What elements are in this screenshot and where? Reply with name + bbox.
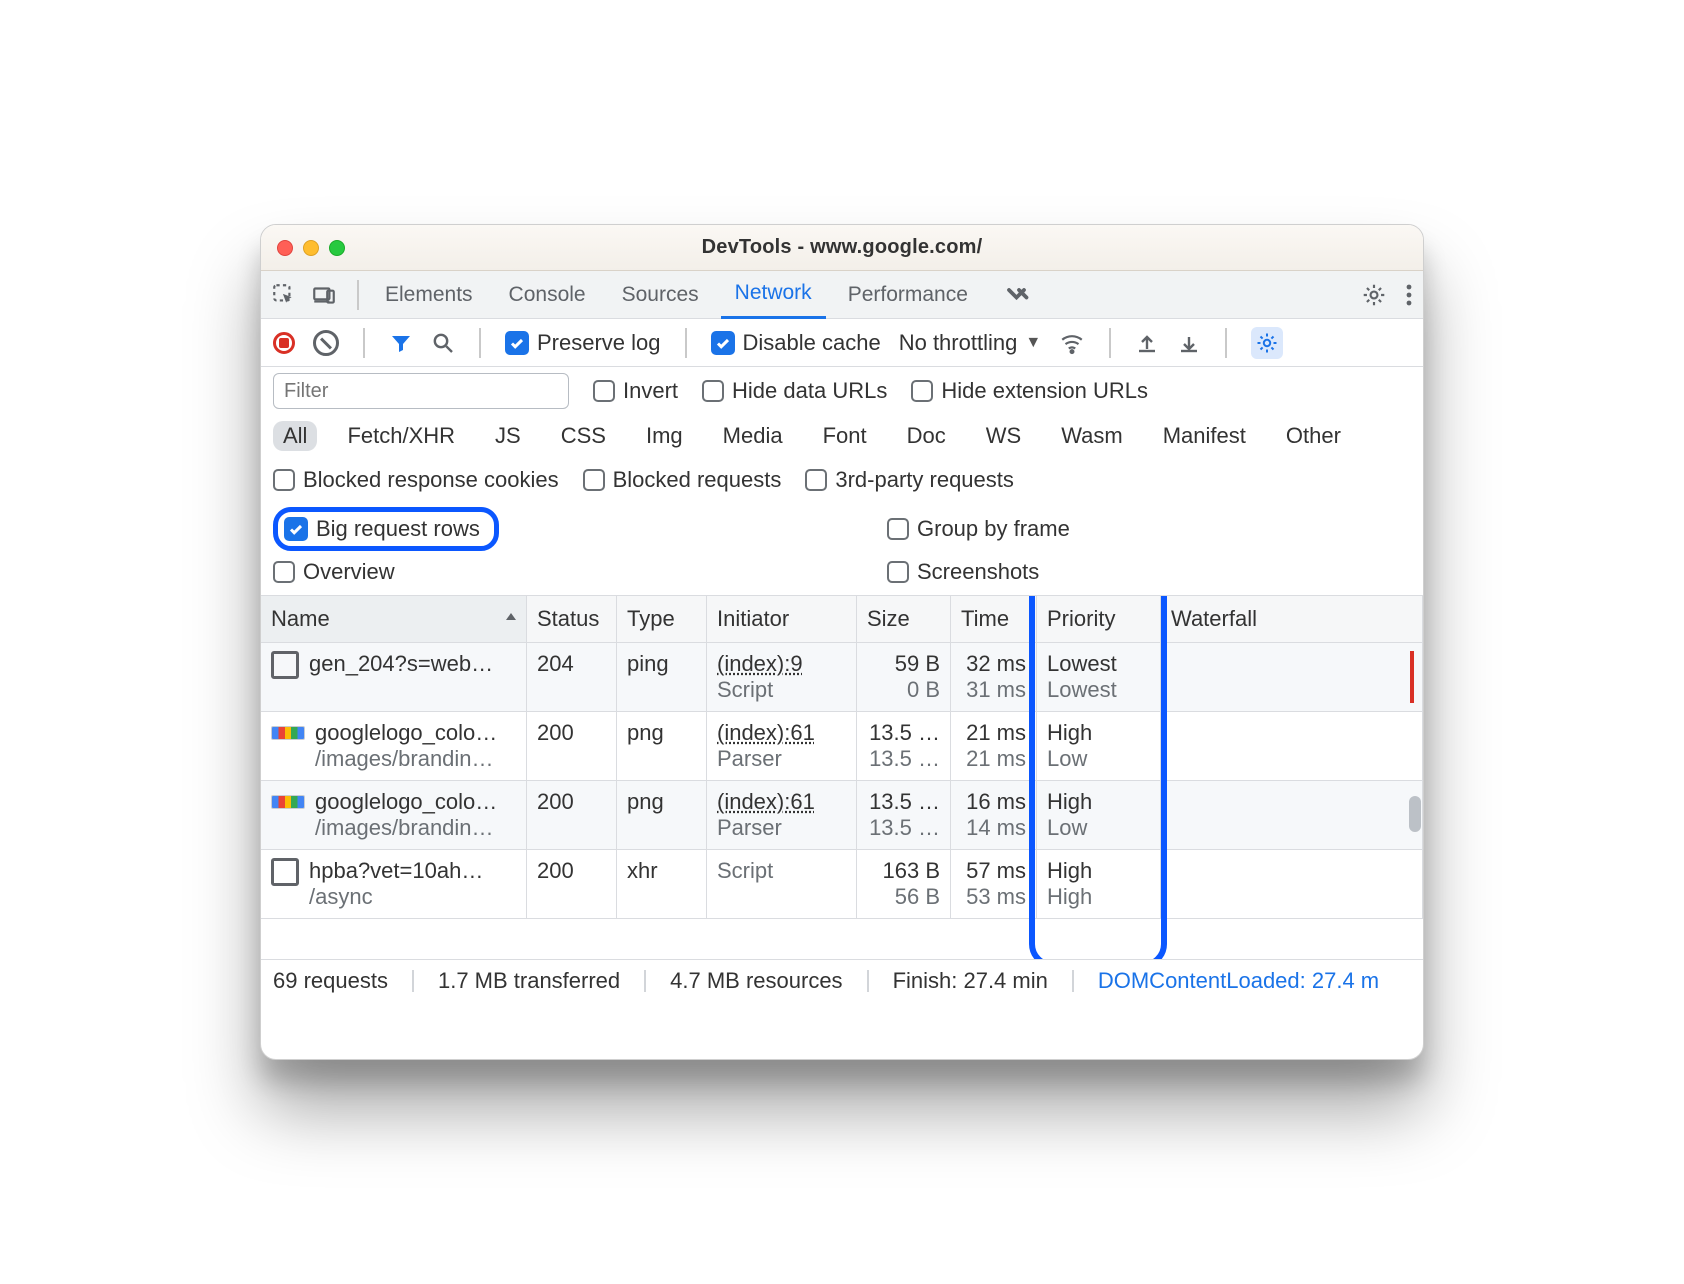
hide-ext-urls-checkbox[interactable]: Hide extension URLs (911, 378, 1148, 404)
big-request-rows-highlight: Big request rows (273, 507, 499, 551)
throttling-select[interactable]: No throttling ▼ (899, 330, 1041, 356)
close-icon[interactable] (277, 240, 293, 256)
chip-fetch-xhr[interactable]: Fetch/XHR (337, 421, 465, 451)
tab-console[interactable]: Console (495, 271, 600, 319)
filter-input[interactable] (273, 373, 569, 409)
col-name[interactable]: Name (261, 596, 527, 643)
status-requests: 69 requests (273, 968, 388, 994)
chip-doc[interactable]: Doc (897, 421, 956, 451)
resource-type-filters: All Fetch/XHR JS CSS Img Media Font Doc … (261, 415, 1423, 459)
inspect-element-icon[interactable] (271, 282, 297, 308)
titlebar: DevTools - www.google.com/ (261, 225, 1423, 271)
invert-label: Invert (623, 378, 678, 404)
table-row[interactable]: hpba?vet=10ah…/async 200 xhr Script 163 … (261, 850, 1423, 919)
col-size[interactable]: Size (857, 596, 951, 643)
table-header-row: Name Status Type Initiator Size Time Pri… (261, 596, 1423, 643)
col-type[interactable]: Type (617, 596, 707, 643)
status-finish: Finish: 27.4 min (893, 968, 1048, 994)
separator (479, 328, 481, 358)
record-button[interactable] (273, 332, 295, 354)
download-har-icon[interactable] (1177, 331, 1201, 355)
google-logo-thumb-icon (271, 795, 305, 809)
document-icon (271, 651, 299, 679)
hide-data-urls-checkbox[interactable]: Hide data URLs (702, 378, 887, 404)
tab-performance[interactable]: Performance (834, 271, 982, 319)
screenshots-checkbox[interactable]: Screenshots (887, 559, 1039, 585)
col-time[interactable]: Time (951, 596, 1037, 643)
document-icon (271, 858, 299, 886)
clear-button[interactable] (313, 330, 339, 356)
separator (357, 280, 359, 310)
preserve-log-checkbox[interactable]: Preserve log (505, 330, 661, 356)
chip-media[interactable]: Media (713, 421, 793, 451)
scrollbar-thumb[interactable] (1409, 796, 1421, 832)
overview-checkbox[interactable]: Overview (273, 559, 395, 585)
table-row[interactable]: googlelogo_colo…/images/brandin… 200 png… (261, 781, 1423, 850)
throttling-value: No throttling (899, 330, 1018, 356)
window-controls (277, 240, 345, 256)
chip-font[interactable]: Font (813, 421, 877, 451)
hide-ext-urls-label: Hide extension URLs (941, 378, 1148, 404)
network-conditions-icon[interactable] (1059, 330, 1085, 356)
chevron-down-icon: ▼ (1025, 334, 1041, 352)
kebab-menu-icon[interactable] (1405, 283, 1413, 307)
chip-css[interactable]: CSS (551, 421, 616, 451)
hide-data-urls-label: Hide data URLs (732, 378, 887, 404)
filter-icon[interactable] (389, 331, 413, 355)
blocked-requests-checkbox[interactable]: Blocked requests (583, 467, 782, 493)
separator (1225, 328, 1227, 358)
panel-tabs: Elements Console Sources Network Perform… (261, 271, 1423, 319)
disable-cache-checkbox[interactable]: Disable cache (711, 330, 881, 356)
status-transferred: 1.7 MB transferred (438, 968, 620, 994)
chip-ws[interactable]: WS (976, 421, 1031, 451)
chip-manifest[interactable]: Manifest (1153, 421, 1256, 451)
requests-table-wrap: Name Status Type Initiator Size Time Pri… (261, 595, 1423, 959)
settings-icon[interactable] (1361, 282, 1387, 308)
preserve-log-label: Preserve log (537, 330, 661, 356)
col-status[interactable]: Status (527, 596, 617, 643)
tab-sources[interactable]: Sources (608, 271, 713, 319)
sort-asc-icon (504, 604, 518, 630)
google-logo-thumb-icon (271, 726, 305, 740)
upload-har-icon[interactable] (1135, 331, 1159, 355)
minimize-icon[interactable] (303, 240, 319, 256)
third-party-requests-checkbox[interactable]: 3rd-party requests (805, 467, 1014, 493)
big-request-rows-checkbox[interactable]: Big request rows (284, 516, 480, 542)
group-by-frame-checkbox[interactable]: Group by frame (887, 516, 1070, 542)
table-row[interactable]: googlelogo_colo…/images/brandin… 200 png… (261, 712, 1423, 781)
chip-other[interactable]: Other (1276, 421, 1351, 451)
tabs-overflow[interactable] (990, 271, 1048, 319)
view-options: Big request rows Group by frame Overview… (261, 501, 1423, 595)
status-bar: 69 requests 1.7 MB transferred 4.7 MB re… (261, 959, 1423, 1002)
device-toolbar-icon[interactable] (311, 282, 337, 308)
status-domcontentloaded: DOMContentLoaded: 27.4 m (1098, 968, 1379, 994)
tab-elements[interactable]: Elements (371, 271, 487, 319)
chip-img[interactable]: Img (636, 421, 693, 451)
separator (1109, 328, 1111, 358)
network-toolbar: Preserve log Disable cache No throttling… (261, 319, 1423, 367)
zoom-icon[interactable] (329, 240, 345, 256)
network-settings-icon[interactable] (1251, 327, 1283, 359)
waterfall-bar (1410, 651, 1414, 703)
filter-row: Invert Hide data URLs Hide extension URL… (261, 367, 1423, 415)
extra-filters: Blocked response cookies Blocked request… (261, 459, 1423, 501)
chip-wasm[interactable]: Wasm (1051, 421, 1133, 451)
col-waterfall[interactable]: Waterfall (1161, 596, 1423, 643)
table-row[interactable]: gen_204?s=web… 204 ping (index):9Script … (261, 643, 1423, 712)
disable-cache-label: Disable cache (743, 330, 881, 356)
chip-all[interactable]: All (273, 421, 317, 451)
status-resources: 4.7 MB resources (670, 968, 842, 994)
col-initiator[interactable]: Initiator (707, 596, 857, 643)
requests-table: Name Status Type Initiator Size Time Pri… (261, 596, 1423, 919)
search-icon[interactable] (431, 331, 455, 355)
blocked-response-cookies-checkbox[interactable]: Blocked response cookies (273, 467, 559, 493)
col-priority[interactable]: Priority (1037, 596, 1161, 643)
window-title: DevTools - www.google.com/ (261, 236, 1423, 259)
tab-network[interactable]: Network (721, 271, 826, 319)
separator (685, 328, 687, 358)
devtools-window: DevTools - www.google.com/ Elements Cons… (260, 224, 1424, 1060)
invert-checkbox[interactable]: Invert (593, 378, 678, 404)
separator (363, 328, 365, 358)
chip-js[interactable]: JS (485, 421, 531, 451)
